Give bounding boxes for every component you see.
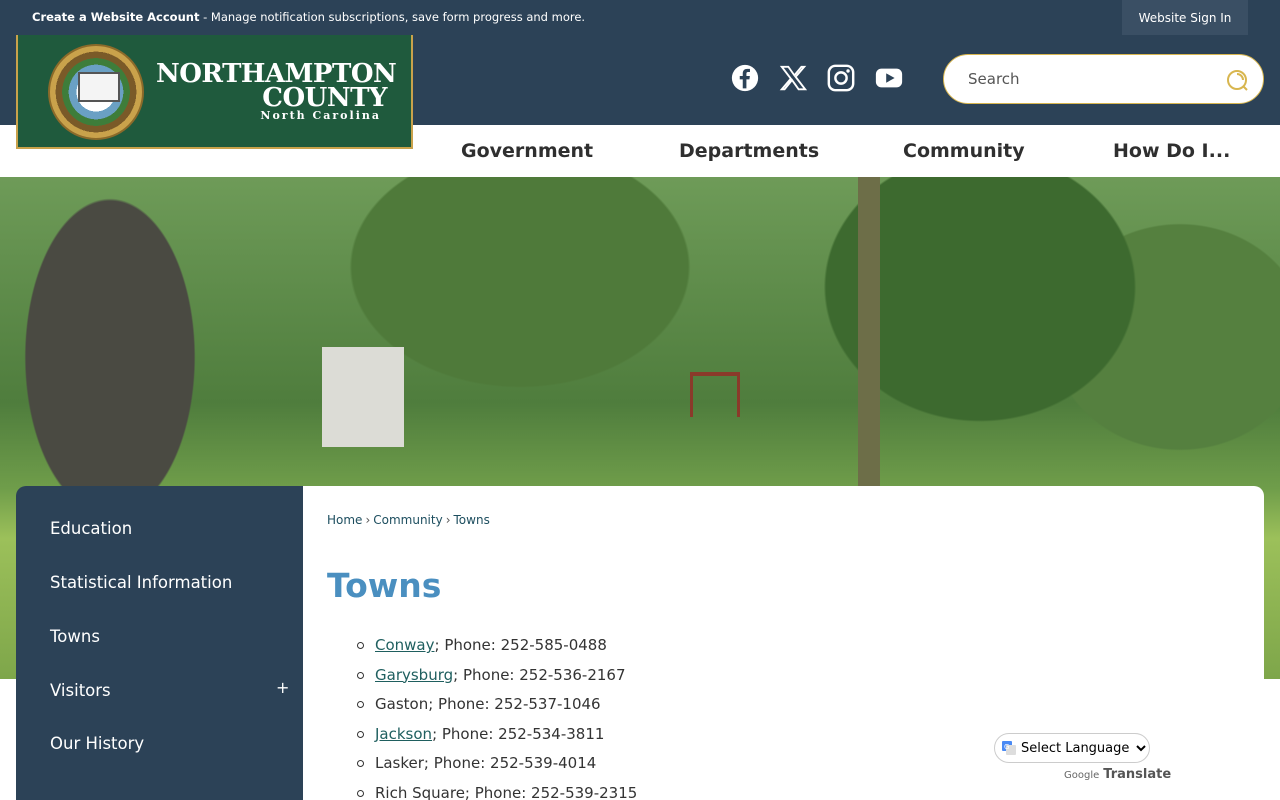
town-phone: ; Phone: 252-537-1046 bbox=[428, 695, 601, 713]
sidebar-item-statistical-information[interactable]: Statistical Information bbox=[50, 573, 232, 592]
county-seal-icon bbox=[48, 44, 144, 140]
translate-label[interactable]: Translate bbox=[1103, 767, 1171, 782]
nav-government[interactable]: Government bbox=[461, 140, 593, 162]
website-sign-in-button[interactable]: Website Sign In bbox=[1122, 0, 1248, 35]
town-phone: ; Phone: 252-539-4014 bbox=[423, 754, 597, 772]
list-item: Garysburg; Phone: 252-536-2167 bbox=[351, 666, 637, 696]
breadcrumb-towns[interactable]: Towns bbox=[454, 513, 490, 527]
list-item: Conway; Phone: 252-585-0488 bbox=[351, 636, 637, 666]
town-name: Gaston bbox=[375, 695, 429, 713]
nav-community[interactable]: Community bbox=[903, 140, 1025, 162]
page-title: Towns bbox=[327, 566, 442, 605]
svg-text:G: G bbox=[1004, 743, 1009, 751]
sidebar-item-towns[interactable]: Towns bbox=[50, 627, 100, 646]
town-link-garysburg[interactable]: Garysburg bbox=[375, 666, 453, 684]
hero-swing-set bbox=[690, 372, 740, 417]
logo-line-3: North Carolina bbox=[260, 109, 381, 122]
hero-tree-trunk bbox=[858, 177, 880, 497]
powered-by-google: Google Translate bbox=[1064, 767, 1171, 782]
town-name: Rich Square bbox=[375, 783, 465, 800]
youtube-icon[interactable] bbox=[873, 62, 905, 94]
list-item: Lasker; Phone: 252-539-4014 bbox=[351, 754, 637, 784]
search-box bbox=[943, 54, 1264, 104]
county-logo[interactable]: NORTHAMPTON COUNTY North Carolina bbox=[16, 35, 413, 149]
breadcrumb-separator: › bbox=[365, 513, 371, 527]
list-item: Gaston; Phone: 252-537-1046 bbox=[351, 695, 637, 725]
breadcrumb-home[interactable]: Home bbox=[327, 513, 362, 527]
list-item: Rich Square; Phone: 252-539-2315 bbox=[351, 784, 637, 800]
sidebar-item-education[interactable]: Education bbox=[50, 519, 132, 538]
account-notice: Create a Website Account - Manage notifi… bbox=[32, 10, 585, 24]
instagram-icon[interactable] bbox=[825, 62, 857, 94]
hero-house bbox=[322, 347, 404, 447]
breadcrumb-community[interactable]: Community bbox=[373, 513, 442, 527]
language-select[interactable]: Select Language bbox=[994, 733, 1150, 763]
towns-list: Conway; Phone: 252-585-0488 Garysburg; P… bbox=[351, 636, 637, 800]
town-link-conway[interactable]: Conway bbox=[375, 636, 435, 654]
breadcrumb: Home › Community › Towns bbox=[327, 513, 490, 527]
google-label: Google bbox=[1064, 770, 1100, 781]
town-name: Lasker bbox=[375, 754, 424, 772]
search-icon[interactable] bbox=[1225, 68, 1249, 92]
town-phone: ; Phone: 252-539-2315 bbox=[464, 783, 638, 800]
account-notice-text: - Manage notification subscriptions, sav… bbox=[199, 10, 586, 24]
list-item: Jackson; Phone: 252-534-3811 bbox=[351, 725, 637, 755]
nav-how-do-i[interactable]: How Do I... bbox=[1113, 140, 1230, 162]
top-bar: Create a Website Account - Manage notifi… bbox=[0, 0, 1280, 35]
town-phone: ; Phone: 252-536-2167 bbox=[453, 665, 626, 684]
facebook-icon[interactable] bbox=[729, 62, 761, 94]
sidebar-item-visitors[interactable]: Visitors bbox=[50, 681, 111, 700]
translate-widget: G Select Language bbox=[994, 733, 1150, 763]
town-link-jackson[interactable]: Jackson bbox=[375, 725, 432, 743]
sidebar-nav: Education Statistical Information Towns … bbox=[16, 486, 303, 800]
search-input[interactable] bbox=[968, 67, 1218, 91]
nav-departments[interactable]: Departments bbox=[679, 140, 819, 162]
town-phone: ; Phone: 252-534-3811 bbox=[432, 724, 605, 743]
breadcrumb-separator: › bbox=[445, 513, 451, 527]
create-account-link[interactable]: Create a Website Account bbox=[32, 10, 199, 24]
expand-visitors-icon[interactable]: + bbox=[276, 678, 289, 697]
google-translate-icon: G bbox=[1002, 741, 1016, 755]
sidebar-item-our-history[interactable]: Our History bbox=[50, 734, 144, 753]
town-phone: ; Phone: 252-585-0488 bbox=[434, 636, 607, 654]
x-icon[interactable] bbox=[777, 62, 809, 94]
